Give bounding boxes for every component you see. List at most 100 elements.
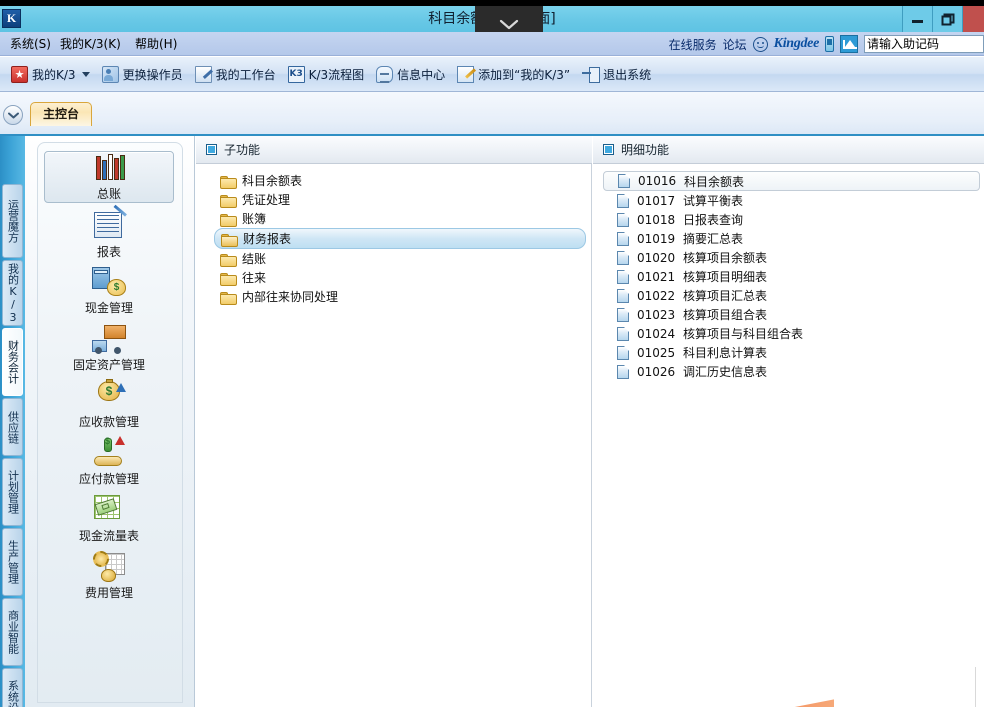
chevron-down-icon[interactable] [82, 72, 90, 77]
toolbar-exit-button[interactable]: 退出系统 [577, 60, 656, 88]
chart-icon[interactable] [840, 35, 858, 53]
exit-icon [582, 66, 599, 83]
chevron-down-circle-icon[interactable] [3, 105, 23, 125]
list-item-selected[interactable]: 财务报表 [214, 228, 586, 249]
restore-button[interactable] [932, 6, 962, 32]
list-item[interactable]: 01019 摘要汇总表 [603, 229, 980, 248]
module-item-general-ledger[interactable]: 总账 [44, 151, 174, 203]
detail-label: 试算平衡表 [683, 192, 743, 209]
tab-strip: 主控台 [0, 92, 984, 136]
detail-label: 核算项目余额表 [683, 249, 767, 266]
list-item[interactable]: 01025 科目利息计算表 [603, 343, 980, 362]
detailfunction-pane: 明细功能 01016 科目余额表 01017 试算平衡表 01018 日报表查询 [593, 136, 984, 707]
menu-item-system[interactable]: 系统(S) [10, 32, 51, 56]
module-item-fixed-assets[interactable]: 固定资产管理 [44, 322, 174, 374]
subfunction-label: 科目余额表 [242, 172, 302, 189]
rail-item-settings[interactable]: 系统设置 [2, 668, 23, 707]
module-label: 固定资产管理 [73, 356, 145, 373]
rail-item-finance[interactable]: 财务会计 [2, 328, 23, 396]
list-item[interactable]: 结账 [214, 249, 586, 268]
expense-icon [92, 550, 126, 582]
cash-icon: $ [92, 265, 126, 297]
module-item-expense[interactable]: 费用管理 [44, 550, 174, 602]
kingdee-brand-label: Kingdee [774, 36, 819, 52]
folder-icon [220, 272, 235, 284]
minimize-button[interactable] [902, 6, 932, 32]
detail-code: 01018 [637, 213, 683, 227]
subfunction-pane-header: 子功能 [196, 136, 592, 164]
document-icon [617, 346, 629, 360]
list-item[interactable]: 01020 核算项目余额表 [603, 248, 980, 267]
list-item[interactable]: 01022 核算项目汇总表 [603, 286, 980, 305]
toolbar-my-k3-button[interactable]: ★ 我的K/3 [6, 60, 95, 88]
module-label: 报表 [97, 243, 121, 260]
rail-item-planning[interactable]: 计划管理 [2, 458, 23, 526]
star-icon: ★ [11, 66, 28, 83]
module-panel: 总账 报表 $ 现金管理 [25, 136, 195, 707]
menu-item-my-k3[interactable]: 我的K/3(K) [60, 32, 121, 56]
title-bar: K 科目余额表 [主界面] [0, 6, 984, 32]
list-item[interactable]: 01018 日报表查询 [603, 210, 980, 229]
detail-label: 核算项目组合表 [683, 306, 767, 323]
module-group-rail: 运营魔方 我的K/3 财务会计 供应链 计划管理 生产管理 商业智能 系统设置 [0, 136, 25, 707]
online-service-link[interactable]: 在线服务 [669, 36, 717, 53]
list-item-selected[interactable]: 01016 科目余额表 [603, 171, 980, 191]
subfunction-label: 凭证处理 [242, 191, 290, 208]
close-button[interactable] [962, 6, 984, 32]
rail-item-operation-cube[interactable]: 运营魔方 [2, 184, 23, 258]
list-item[interactable]: 01017 试算平衡表 [603, 191, 980, 210]
cashflow-icon [92, 493, 126, 525]
document-icon [617, 232, 629, 246]
toolbar-my-k3-label: 我的K/3 [32, 66, 76, 83]
toolbar-flowchart-button[interactable]: K3 K/3流程图 [283, 60, 370, 88]
detail-label: 调汇历史信息表 [683, 363, 767, 380]
payable-icon: $ [92, 436, 126, 468]
document-icon [617, 270, 629, 284]
tab-console[interactable]: 主控台 [30, 102, 92, 126]
toolbar-add-favorite-button[interactable]: 添加到“我的K/3” [452, 60, 575, 88]
module-item-cashflow[interactable]: 现金流量表 [44, 493, 174, 545]
list-item[interactable]: 内部往来协同处理 [214, 287, 586, 306]
smiley-icon[interactable] [753, 37, 768, 52]
toolbar-workbench-button[interactable]: 我的工作台 [190, 60, 281, 88]
helpcode-input[interactable]: 请输入助记码 [864, 35, 984, 53]
detail-label: 科目利息计算表 [683, 344, 767, 361]
workbench-icon [195, 66, 212, 83]
menu-item-help[interactable]: 帮助(H) [135, 32, 177, 56]
list-item[interactable]: 科目余额表 [214, 171, 586, 190]
toolbar-message-center-button[interactable]: 信息中心 [371, 60, 450, 88]
rail-item-production[interactable]: 生产管理 [2, 528, 23, 596]
toolbar-switch-operator-button[interactable]: 更换操作员 [97, 60, 188, 88]
main-body: 运营魔方 我的K/3 财务会计 供应链 计划管理 生产管理 商业智能 系统设置 [0, 136, 984, 707]
forum-link[interactable]: 论坛 [723, 36, 747, 53]
list-item[interactable]: 01024 核算项目与科目组合表 [603, 324, 980, 343]
list-item[interactable]: 凭证处理 [214, 190, 586, 209]
detail-label: 科目余额表 [684, 173, 744, 190]
subfunction-label: 往来 [242, 269, 266, 286]
subfunction-label: 结账 [242, 250, 266, 267]
detail-code: 01019 [637, 232, 683, 246]
receivable-icon: $ [92, 379, 126, 411]
module-item-receivable[interactable]: $ 应收款管理 [44, 379, 174, 431]
module-item-cash-management[interactable]: $ 现金管理 [44, 265, 174, 317]
folder-icon [220, 194, 235, 206]
module-label: 应收款管理 [79, 413, 139, 430]
module-item-report[interactable]: 报表 [44, 209, 174, 261]
books-icon [92, 156, 126, 183]
rail-item-my-k3[interactable]: 我的K/3 [2, 260, 23, 326]
detail-label: 核算项目汇总表 [683, 287, 767, 304]
detail-label: 摘要汇总表 [683, 230, 743, 247]
rail-item-supply-chain[interactable]: 供应链 [2, 398, 23, 456]
main-toolbar: ★ 我的K/3 更换操作员 我的工作台 K3 K/3流程图 信息中心 添加到“我… [0, 57, 984, 92]
list-item[interactable]: 01021 核算项目明细表 [603, 267, 980, 286]
list-item[interactable]: 账簿 [214, 209, 586, 228]
document-icon [617, 194, 629, 208]
list-item[interactable]: 01023 核算项目组合表 [603, 305, 980, 324]
menu-bar-right-group: 在线服务 论坛 Kingdee 请输入助记码 [669, 32, 984, 56]
module-item-payable[interactable]: $ 应付款管理 [44, 436, 174, 488]
list-item[interactable]: 01026 调汇历史信息表 [603, 362, 980, 381]
list-item[interactable]: 往来 [214, 268, 586, 287]
document-icon [617, 327, 629, 341]
mobile-phone-icon[interactable] [825, 36, 834, 52]
rail-item-bi[interactable]: 商业智能 [2, 598, 23, 666]
